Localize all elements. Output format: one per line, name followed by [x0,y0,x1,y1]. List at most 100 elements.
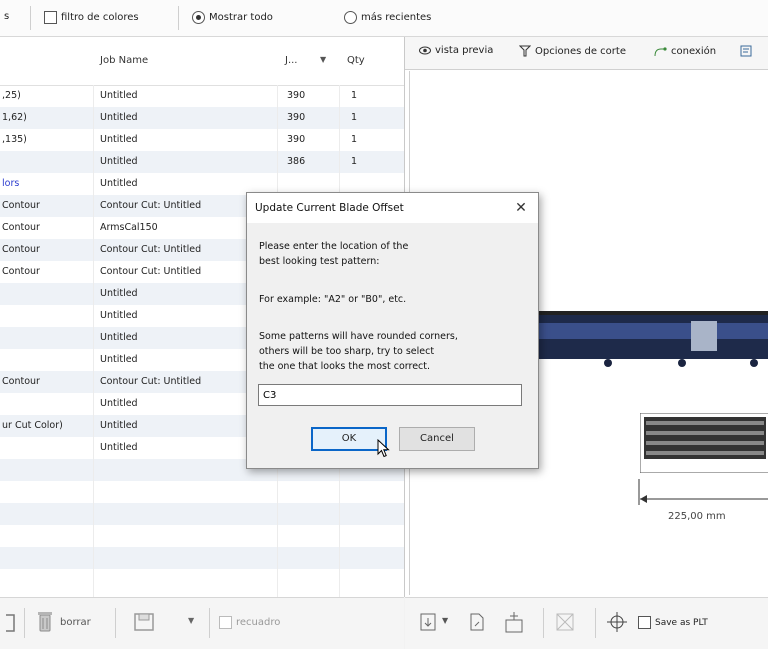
chevron-down-icon[interactable]: ▼ [442,616,448,625]
toolbar-divider [543,608,544,638]
checkbox-box[interactable] [638,616,651,629]
dialog-title-bar[interactable]: Update Current Blade Offset ✕ [247,193,538,223]
toolbar-divider [24,608,25,638]
delete-button[interactable]: borrar [36,610,91,634]
column-header-job-name[interactable]: Job Name [100,55,148,66]
radio-unselected[interactable] [344,11,357,24]
cell-job-name: Untitled [100,398,138,409]
save-plt-checkbox[interactable]: Save as PLT [638,616,708,629]
table-row[interactable]: ,25) Untitled 390 1 [0,85,404,107]
cell-name: Contour [2,222,40,233]
toolbar-divider [30,6,31,30]
table-row [0,569,404,591]
column-header-qty[interactable]: Qty [347,55,365,66]
table-row[interactable]: ,135) Untitled 390 1 [0,129,404,151]
ok-button[interactable]: OK [311,427,387,451]
recent-radio[interactable]: más recientes [344,11,431,24]
weed-icon[interactable] [503,610,525,634]
panel-tabs: vista previa Opciones de corte conexión [405,37,768,70]
cell-job-name: Contour Cut: Untitled [100,266,202,277]
sort-chevron-down-icon[interactable]: ▼ [320,55,326,64]
delete-label: borrar [60,616,91,628]
recent-label: más recientes [361,12,432,23]
cell-name: Contour [2,244,40,255]
tab-more[interactable] [740,45,754,57]
cell-name: Contour [2,376,40,387]
table-row[interactable]: 1,62) Untitled 390 1 [0,107,404,129]
toolbar-divider [595,608,596,638]
color-filter-checkbox[interactable]: filtro de colores [44,11,139,24]
cell-job-name: Untitled [100,178,138,189]
tab-preview[interactable]: vista previa [419,45,493,56]
dialog-message-line: Some patterns will have rounded corners, [259,331,458,342]
table-row [0,547,404,569]
table-row [0,525,404,547]
cancel-button[interactable]: Cancel [399,427,475,451]
cell-qty: 1 [351,112,358,123]
checkbox-box[interactable] [219,616,232,629]
export-icon[interactable] [468,612,486,632]
test-pattern-icon [640,413,768,473]
cell-job-name: Contour Cut: Untitled [100,200,202,211]
blade-icon [519,45,531,57]
cell-job-name: Contour Cut: Untitled [100,244,202,255]
toolbar-divider [115,608,116,638]
tab-label: vista previa [435,45,494,56]
eye-icon [419,46,431,55]
cell-qty: 1 [351,134,358,145]
cell-job-name: Untitled [100,332,138,343]
tab-cut-options[interactable]: Opciones de corte [519,45,626,57]
radio-selected[interactable] [192,11,205,24]
cell-job-name: Untitled [100,442,138,453]
toolbar-divider [209,608,210,638]
close-icon[interactable]: ✕ [512,199,530,217]
table-row [0,503,404,525]
crop-label: recuadro [236,617,281,628]
dialog-title: Update Current Blade Offset [255,202,404,214]
trash-icon [38,612,52,632]
show-all-radio[interactable]: Mostrar todo [192,11,273,24]
mouse-cursor-icon [377,439,390,458]
cut-jobs-icon[interactable] [419,612,437,632]
cutter-machine-icon [536,311,768,367]
cell-name: ur Cut Color) [2,420,63,431]
cell-name: ,135) [2,134,27,145]
bracket-icon[interactable] [2,614,18,632]
cell-qty: 1 [351,90,358,101]
dimension-label: 225,00 mm [668,511,726,522]
cell-j: 390 [287,112,306,123]
table-row[interactable]: Untitled 386 1 [0,151,404,173]
cell-job-name: Untitled [100,112,138,123]
show-all-label: Mostrar todo [209,12,273,23]
top-toolbar: s filtro de colores Mostrar todo más rec… [0,0,768,37]
cell-job-name: Untitled [100,134,138,145]
cell-j: 386 [287,156,306,167]
pattern-location-input[interactable] [258,384,522,406]
cell-name: lors [2,178,20,189]
cell-job-name: Untitled [100,420,138,431]
connection-icon [654,47,667,57]
save-icon[interactable] [133,612,155,632]
checkbox-box[interactable] [44,11,57,24]
crosshair-icon[interactable] [606,611,628,633]
tab-label: Opciones de corte [535,45,626,57]
cell-job-name: Untitled [100,288,138,299]
dialog-message-line: others will be too sharp, try to select [259,346,435,357]
toolbar-divider [178,6,179,30]
cell-job-name: Untitled [100,310,138,321]
cell-j: 390 [287,134,306,145]
disabled-tool-icon[interactable] [555,612,575,632]
cell-job-name: ArmsCal150 [100,222,158,233]
tab-connection[interactable]: conexión [653,45,716,57]
cell-name: Contour [2,266,40,277]
preview-toolbar: ▼ Save as PLT [405,597,768,649]
save-plt-label: Save as PLT [655,617,708,628]
cell-name: ,25) [2,90,21,101]
cell-job-name: Untitled [100,90,138,101]
cell-job-name: Untitled [100,354,138,365]
chevron-down-icon[interactable]: ▼ [188,616,194,625]
crop-checkbox[interactable]: recuadro [219,616,280,629]
column-header-j[interactable]: J... [285,55,298,66]
document-icon [740,45,752,57]
cell-name: Contour [2,200,40,211]
